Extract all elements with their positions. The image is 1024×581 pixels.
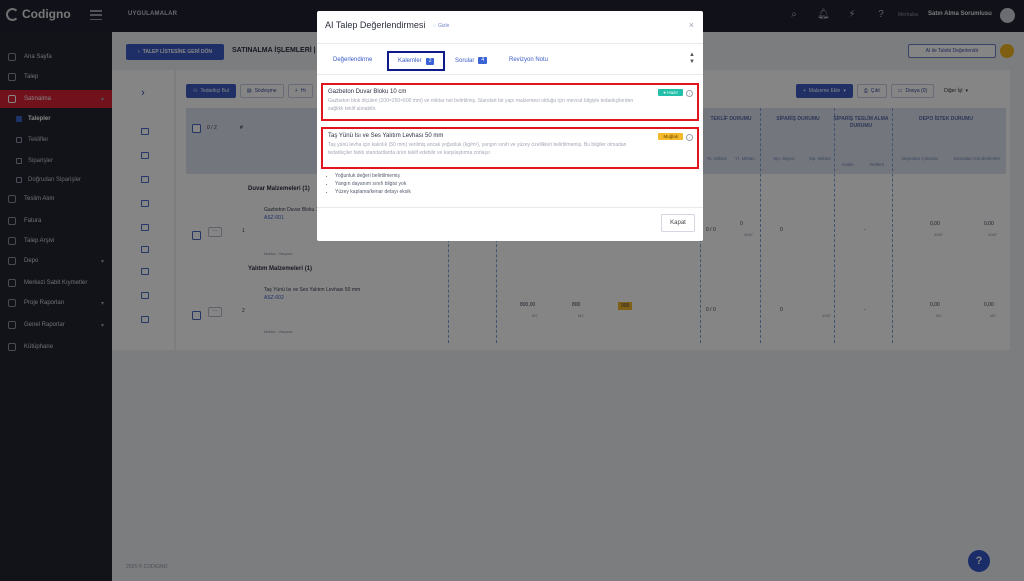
tab-label: Sorular bbox=[455, 57, 475, 64]
arrow-down-icon[interactable]: ▼ bbox=[689, 59, 695, 66]
status-badge: ●︎ Hazır bbox=[658, 89, 683, 96]
arrow-up-icon[interactable]: ▲ bbox=[689, 52, 695, 59]
tab-label: Revizyon Notu bbox=[509, 57, 549, 63]
item-card: Taş Yünü Isı ve Ses Yalıtım Levhası 50 m… bbox=[321, 127, 699, 169]
info-icon[interactable]: i bbox=[686, 90, 693, 97]
divider bbox=[317, 207, 703, 208]
status-badge: Muğlak bbox=[658, 133, 683, 140]
list-item: Yangın dayanım sınıfı bilgisi yok bbox=[335, 180, 411, 188]
modal-tabs: Değerlendirme Kalemler 2 Sorular 4 Revizyo… bbox=[317, 49, 703, 73]
divider bbox=[317, 74, 703, 75]
close-button[interactable]: Kapat bbox=[661, 214, 695, 232]
item-name: Gazbeton Duvar Bloku 10 cm bbox=[328, 89, 407, 95]
item-description: Gazbeton blok ölçüleri (100×250×600 mm) … bbox=[328, 98, 634, 112]
eye-off-icon: ◌ bbox=[433, 23, 436, 29]
count-badge: 2 bbox=[425, 57, 435, 65]
count-badge: 4 bbox=[478, 57, 488, 64]
tab-label: Değerlendirme bbox=[333, 57, 373, 63]
modal-title: AI Talep Değerlendirmesi bbox=[325, 20, 426, 30]
item-card: Gazbeton Duvar Bloku 10 cm Gazbeton blok… bbox=[321, 83, 699, 121]
info-icon[interactable]: i bbox=[686, 134, 693, 141]
list-item: Yoğunluk değeri belirtilmemiş bbox=[335, 172, 411, 180]
tab-items[interactable]: Kalemler 2 bbox=[387, 51, 446, 71]
badge-label: Hazır bbox=[667, 90, 678, 95]
item-description: Taş yünü levha için kalınlık (50 mm) ver… bbox=[328, 142, 627, 156]
ai-evaluation-modal: AI Talep Değerlendirmesi ◌ Gizle × Değerl… bbox=[317, 11, 703, 241]
tab-revision-note[interactable]: Revizyon Notu bbox=[509, 57, 548, 63]
tab-scroll[interactable]: ▲ ▼ bbox=[689, 52, 695, 66]
tab-evaluation[interactable]: Değerlendirme bbox=[333, 57, 372, 63]
issue-list: Yoğunluk değeri belirtilmemiş Yangın day… bbox=[328, 172, 411, 196]
hide-toggle[interactable]: ◌ Gizle bbox=[433, 23, 449, 29]
list-item: Yüzey kaplama/kenar detayı eksik bbox=[335, 188, 411, 196]
item-name: Taş Yünü Isı ve Ses Yalıtım Levhası 50 m… bbox=[328, 133, 444, 139]
tab-label: Kalemler bbox=[398, 58, 422, 64]
divider bbox=[317, 43, 703, 44]
hide-label: Gizle bbox=[437, 23, 450, 29]
close-icon[interactable]: × bbox=[689, 20, 694, 30]
tab-questions[interactable]: Sorular 4 bbox=[455, 57, 488, 64]
